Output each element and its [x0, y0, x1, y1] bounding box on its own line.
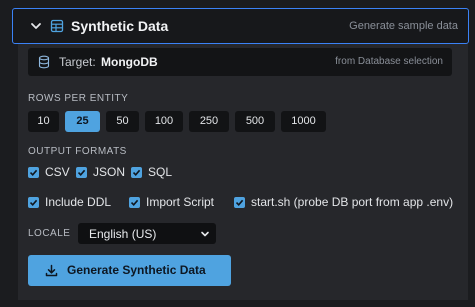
section-header[interactable]: Synthetic Data Generate sample data — [12, 8, 469, 44]
generate-synthetic-data-button[interactable]: Generate Synthetic Data — [28, 255, 231, 286]
chevron-down-icon — [201, 231, 209, 237]
rows-option-500[interactable]: 500 — [235, 111, 275, 132]
include-ddl-label: Include DDL — [45, 195, 112, 209]
target-info: Target: MongoDB from Database selection — [28, 48, 452, 76]
locale-select[interactable]: English (US) — [78, 223, 216, 244]
format-sql-checkbox[interactable]: SQL — [131, 165, 172, 179]
import-script-checkbox[interactable]: Import Script — [129, 195, 214, 209]
checkbox-checked-icon[interactable] — [131, 166, 142, 178]
start-sh-checkbox[interactable]: start.sh (probe DB port from app .env) — [234, 195, 453, 209]
checkbox-checked-icon[interactable] — [28, 196, 39, 208]
section-title: Synthetic Data — [71, 18, 169, 34]
section-hint: Generate sample data — [349, 20, 458, 32]
rows-option-100[interactable]: 100 — [145, 111, 183, 132]
target-label: Target: — [59, 55, 96, 69]
format-json-checkbox[interactable]: JSON — [76, 165, 125, 179]
target-source: from Database selection — [335, 56, 443, 67]
output-formats-label: OUTPUT FORMATS — [28, 146, 127, 157]
rows-option-10[interactable]: 10 — [28, 111, 59, 132]
format-sql-label: SQL — [148, 165, 173, 179]
chevron-down-icon[interactable] — [29, 19, 43, 33]
checkbox-checked-icon[interactable] — [28, 166, 39, 178]
locale-value: English (US) — [89, 227, 157, 241]
rows-per-entity-label: ROWS PER ENTITY — [28, 93, 129, 104]
generate-button-label: Generate Synthetic Data — [67, 263, 206, 277]
rows-option-250[interactable]: 250 — [189, 111, 229, 132]
database-icon — [38, 55, 50, 69]
checkbox-checked-icon[interactable] — [129, 196, 140, 208]
checkbox-checked-icon[interactable] — [234, 196, 245, 208]
checkbox-checked-icon[interactable] — [76, 166, 87, 178]
rows-option-25[interactable]: 25 — [65, 111, 100, 132]
table-icon — [50, 19, 64, 33]
rows-option-1000[interactable]: 1000 — [281, 111, 326, 132]
target-value: MongoDB — [101, 55, 158, 69]
locale-label: LOCALE — [28, 228, 71, 239]
include-ddl-checkbox[interactable]: Include DDL — [28, 195, 111, 209]
format-json-label: JSON — [93, 165, 126, 179]
rows-option-50[interactable]: 50 — [106, 111, 139, 132]
format-csv-checkbox[interactable]: CSV — [28, 165, 70, 179]
download-icon — [45, 264, 58, 277]
start-sh-label: start.sh (probe DB port from app .env) — [251, 195, 454, 209]
import-script-label: Import Script — [146, 195, 215, 209]
format-csv-label: CSV — [45, 165, 70, 179]
